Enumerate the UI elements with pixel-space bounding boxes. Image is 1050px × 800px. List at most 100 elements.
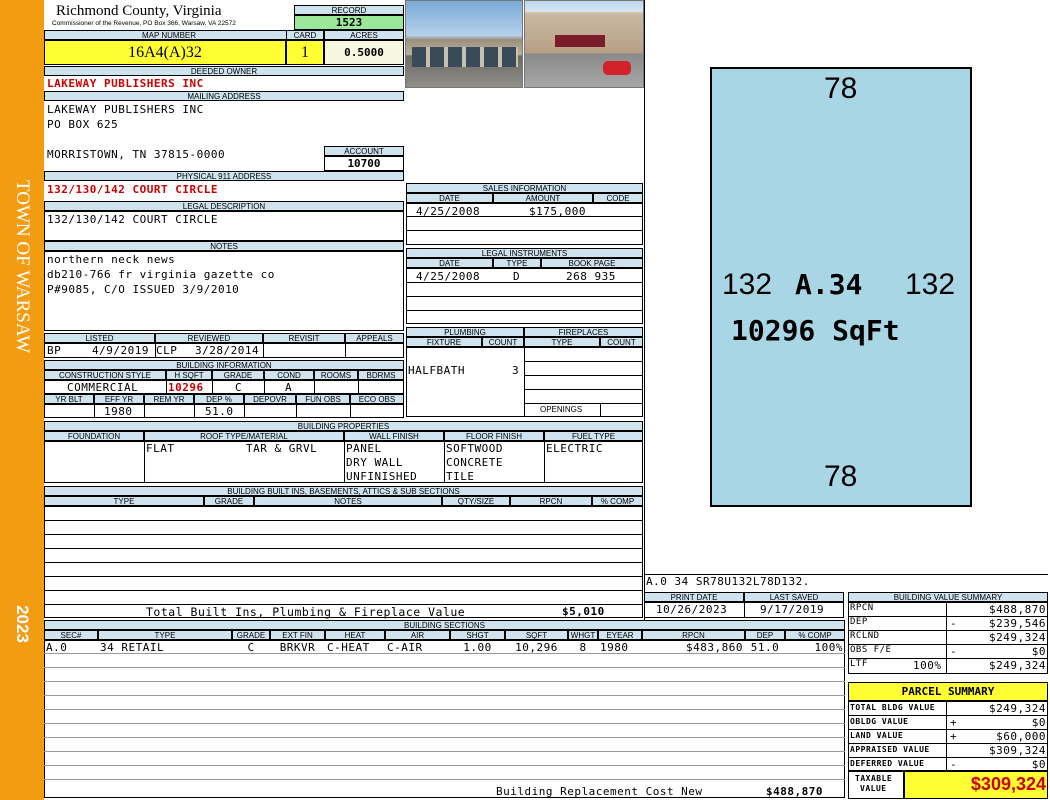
section-cell-2: C — [247, 641, 255, 654]
ps-deferred-sign: - — [950, 758, 958, 771]
vs-ltf-label: LTF — [850, 659, 868, 669]
bin-col-comp: % COMP — [592, 496, 643, 506]
sidebar: TOWN OF WARSAW 2023 — [0, 0, 44, 800]
building-properties-label: BUILDING PROPERTIES — [44, 421, 643, 431]
tax-year: 2023 — [13, 605, 32, 643]
vs-dep: $239,546 — [989, 617, 1046, 630]
listed-date: 4/9/2019 — [92, 344, 149, 357]
sale-amount: $175,000 — [529, 205, 586, 218]
floor-finish-1: SOFTWOOD — [446, 442, 503, 455]
ps-obldg-sign: + — [950, 716, 958, 729]
town-name: TOWN OF WARSAW — [12, 180, 33, 354]
bi-col-ecoobs: ECO OBS — [350, 394, 404, 404]
taxable-value: $309,324 — [970, 774, 1046, 794]
bin-col-type: TYPE — [44, 496, 204, 506]
note-line-1: northern neck news — [47, 253, 176, 266]
roof-material: TAR & GRVL — [246, 442, 318, 455]
vs-obs-label: OBS F/E — [850, 645, 892, 655]
plumbing-col-fixture: FIXTURE — [406, 337, 482, 347]
vs-dep-label: DEP — [850, 617, 868, 627]
vs-ltf-pct: 100% — [913, 659, 942, 672]
revisit-label: REVISIT — [263, 333, 345, 343]
vs-dep-sign: - — [950, 617, 958, 630]
sketch-area: 10296 SqFt — [731, 314, 900, 347]
floor-finish-3: TILE — [446, 470, 475, 483]
plumbing-count: 3 — [512, 364, 520, 377]
sketch-right-dim: 132 — [905, 268, 956, 301]
acres-value: 0.5000 — [324, 40, 404, 65]
taxable-label-2: VALUE — [860, 784, 887, 793]
section-cell-8: 8 — [579, 641, 587, 654]
map-number: 16A4(A)32 — [44, 40, 286, 65]
construction-style: COMMERCIAL — [67, 381, 139, 394]
card-label: CARD — [286, 30, 324, 40]
bi-col-grade: GRADE — [212, 370, 264, 380]
mailing-line-2: PO BOX 625 — [47, 118, 119, 131]
legal-instruments-label: LEGAL INSTRUMENTS — [406, 248, 643, 258]
section-col-10: RPCN — [642, 630, 745, 640]
wall-finish-2: DRY WALL — [346, 456, 403, 469]
mailing-line-3: MORRISTOWN, TN 37815-0000 — [47, 148, 226, 161]
physical-address-label: PHYSICAL 911 ADDRESS — [44, 171, 404, 181]
bin-col-notes: NOTES — [254, 496, 442, 506]
vs-rpcn: $488,870 — [989, 603, 1046, 616]
fireplace-col-type: TYPE — [524, 337, 600, 347]
bi-col-dep: DEP % — [194, 394, 244, 404]
section-col-2: GRADE — [232, 630, 270, 640]
reviewed-by: CLP — [156, 344, 178, 357]
section-col-12: % COMP — [785, 630, 845, 640]
card-number: 1 — [286, 40, 324, 65]
ps-land: $60,000 — [996, 730, 1046, 743]
note-line-2: db210-766 fr virginia gazette co — [47, 268, 275, 281]
li-col-type: TYPE — [493, 258, 541, 268]
roof-type: FLAT — [146, 442, 175, 455]
ps-deferred-label: DEFERRED VALUE — [850, 759, 925, 768]
section-col-5: AIR — [385, 630, 450, 640]
built-ins-total: $5,010 — [562, 605, 605, 618]
section-col-1: TYPE — [98, 630, 232, 640]
sale-date: 4/25/2008 — [416, 205, 481, 218]
acres-label: ACRES — [324, 30, 404, 40]
sales-col-amount: AMOUNT — [493, 193, 593, 203]
ps-land-sign: + — [950, 730, 958, 743]
section-cell-10: $483,860 — [686, 641, 743, 654]
bi-col-yrblt: YR BLT — [44, 394, 94, 404]
notes-label: NOTES — [44, 241, 404, 251]
bin-col-qty: QTY/SIZE — [442, 496, 510, 506]
building-photo-1 — [405, 0, 523, 88]
value-summary-label: BUILDING VALUE SUMMARY — [848, 592, 1048, 602]
depreciation-pct: 51.0 — [205, 405, 234, 418]
section-col-4: HEAT — [325, 630, 385, 640]
ps-obldg-label: OBLDG VALUE — [850, 717, 909, 726]
wall-finish-1: PANEL — [346, 442, 382, 455]
bi-col-cond: COND — [264, 370, 314, 380]
parcel-summary-label: PARCEL SUMMARY — [848, 682, 1048, 701]
mailing-address-label: MAILING ADDRESS — [44, 91, 404, 101]
building-sections-table — [44, 640, 845, 798]
li-col-date: DATE — [406, 258, 493, 268]
openings-label: OPENINGS — [540, 405, 583, 414]
section-cell-0: A.0 — [46, 641, 68, 654]
bi-col-hsqft: H SQFT — [166, 370, 212, 380]
plumbing-label: PLUMBING — [406, 327, 524, 337]
account-number: 10700 — [324, 156, 404, 171]
listed-label: LISTED — [44, 333, 155, 343]
bi-col-depovr: DEPOVR — [244, 394, 296, 404]
building-info-label: BUILDING INFORMATION — [44, 360, 404, 370]
fireplaces-label: FIREPLACES — [524, 327, 643, 337]
li-book: 268 935 — [566, 270, 616, 283]
section-col-7: SQFT — [505, 630, 568, 640]
mailing-line-1: LAKEWAY PUBLISHERS INC — [47, 103, 204, 116]
bp-col-foundation: FOUNDATION — [44, 431, 144, 441]
fuel-type: ELECTRIC — [546, 442, 603, 455]
print-date-label: PRINT DATE — [644, 592, 744, 602]
ps-appraised-label: APPRAISED VALUE — [850, 745, 930, 754]
section-cell-9: 1980 — [600, 641, 629, 654]
county-title: Richmond County, Virginia — [56, 3, 222, 19]
sketch-left-dim: 132 — [722, 268, 773, 301]
bp-col-floor: FLOOR FINISH — [444, 431, 544, 441]
sales-info-label: SALES INFORMATION — [406, 183, 643, 193]
floor-finish-2: CONCRETE — [446, 456, 503, 469]
section-cell-11: 51.0 — [750, 641, 780, 654]
li-col-book: BOOK PAGE — [541, 258, 643, 268]
